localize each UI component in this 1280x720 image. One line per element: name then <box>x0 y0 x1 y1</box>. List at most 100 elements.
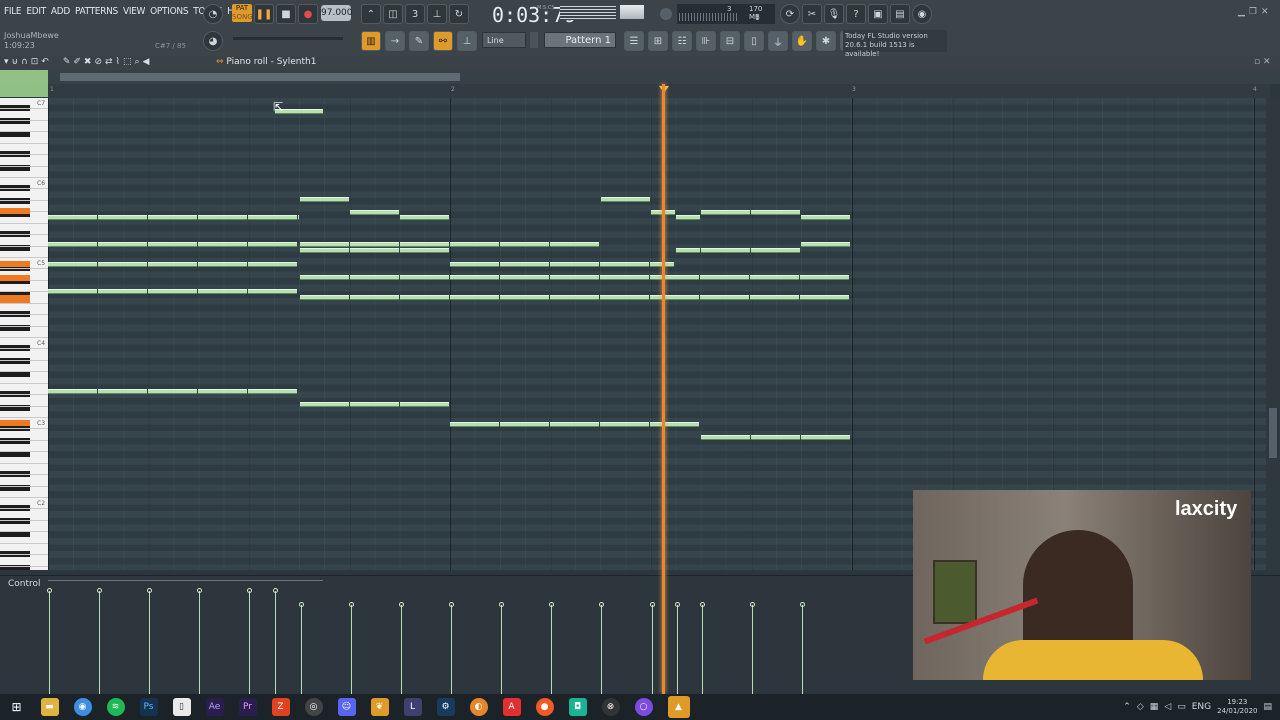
menu-options[interactable]: OPTIONS <box>150 6 188 17</box>
midi-note[interactable] <box>48 242 97 247</box>
midi-note[interactable] <box>550 295 599 300</box>
microphone-icon[interactable]: 🎙 <box>824 4 844 24</box>
pause-button[interactable]: ❚❚ <box>254 4 274 24</box>
draw-tool-icon[interactable]: ✎ <box>63 57 71 67</box>
stamp-tool-icon[interactable]: ⊡ <box>31 57 39 67</box>
midi-note[interactable] <box>198 262 247 267</box>
midi-note[interactable] <box>800 295 849 300</box>
midi-note[interactable] <box>601 197 650 202</box>
midi-note[interactable] <box>248 262 297 267</box>
midi-note[interactable] <box>198 389 247 394</box>
midi-note[interactable] <box>751 248 800 253</box>
midi-note[interactable] <box>650 422 699 427</box>
white-key[interactable] <box>0 349 48 361</box>
white-key[interactable] <box>0 521 48 533</box>
white-key[interactable] <box>0 167 48 178</box>
white-key[interactable] <box>0 361 48 373</box>
white-key[interactable] <box>0 567 48 570</box>
plugin-picker-icon[interactable]: ▯ <box>744 31 764 51</box>
white-key[interactable] <box>0 327 48 338</box>
metronome-icon[interactable]: ⌃ <box>361 4 381 24</box>
midi-note[interactable] <box>701 435 750 440</box>
spotify-icon[interactable]: ≋ <box>106 698 125 716</box>
midi-note[interactable] <box>98 242 147 247</box>
notepad-icon[interactable]: ▯ <box>172 698 191 716</box>
white-key[interactable] <box>0 224 48 236</box>
midi-note[interactable] <box>198 242 247 247</box>
snap-dropdown-icon[interactable] <box>530 32 538 48</box>
channel-rack-icon[interactable]: ⊞ <box>648 31 668 51</box>
white-key[interactable] <box>0 109 48 121</box>
volume-icon[interactable]: ◁ <box>1164 702 1171 712</box>
chrome-icon[interactable]: ◉ <box>73 698 92 716</box>
midi-note[interactable] <box>98 389 147 394</box>
menu-file[interactable]: FILE <box>4 6 22 17</box>
midi-note[interactable] <box>751 435 800 440</box>
playhead[interactable] <box>662 84 665 694</box>
back-arrow-icon[interactable]: ↶ <box>41 57 49 67</box>
pat-song-toggle[interactable]: PAT SONG <box>232 4 253 22</box>
mixer-icon[interactable]: ☷ <box>672 31 692 51</box>
velocity-bar[interactable] <box>675 602 680 695</box>
midi-note[interactable] <box>600 422 649 427</box>
xbox-icon[interactable]: ⊗ <box>601 698 620 716</box>
white-key[interactable] <box>0 487 48 498</box>
midi-note[interactable] <box>300 295 349 300</box>
master-volume-knob[interactable]: ◔ <box>203 4 223 24</box>
velocity-bar[interactable] <box>499 602 504 695</box>
midi-note[interactable] <box>400 295 449 300</box>
dropbox-icon[interactable]: ◇ <box>1137 702 1144 712</box>
midi-note[interactable] <box>400 275 449 280</box>
minimize-icon[interactable]: ▁ <box>1238 7 1245 17</box>
file-explorer-icon[interactable]: ▬ <box>40 698 59 716</box>
midi-note[interactable] <box>700 275 749 280</box>
vertical-scroll-thumb[interactable] <box>1269 408 1277 458</box>
midi-note[interactable] <box>148 389 197 394</box>
discord-icon[interactable]: ☺ <box>337 698 356 716</box>
midi-note[interactable] <box>148 215 197 220</box>
midi-note[interactable] <box>676 248 700 253</box>
countdown-icon[interactable]: 3 <box>405 4 425 24</box>
restore-icon[interactable]: ❐ <box>1249 7 1257 17</box>
white-key[interactable] <box>0 189 48 201</box>
midi-note[interactable] <box>148 289 197 294</box>
midi-note[interactable] <box>98 289 147 294</box>
midi-note[interactable] <box>450 242 499 247</box>
control-selector[interactable]: Control <box>8 579 41 589</box>
white-key[interactable] <box>0 464 48 476</box>
midi-note[interactable] <box>300 275 349 280</box>
slice-tool-icon[interactable]: ⌇ <box>116 57 120 67</box>
clock[interactable]: 19:23 24/01/2020 <box>1217 698 1257 716</box>
gamepad-icon[interactable]: ◘ <box>568 698 587 716</box>
midi-note[interactable] <box>500 295 549 300</box>
midi-note[interactable] <box>350 242 399 247</box>
white-key[interactable] <box>0 475 48 487</box>
white-key[interactable] <box>0 532 48 544</box>
touch-controller-icon[interactable]: ✋ <box>792 31 812 51</box>
midi-note[interactable] <box>450 422 499 427</box>
midi-note[interactable] <box>650 295 699 300</box>
midi-note[interactable] <box>48 215 97 220</box>
snap-select[interactable]: Line <box>482 32 526 48</box>
record-button[interactable]: ● <box>298 4 318 24</box>
master-pitch-slider[interactable] <box>660 8 672 20</box>
velocity-bar[interactable] <box>47 588 52 695</box>
playlist-icon[interactable]: ☰ <box>624 31 644 51</box>
tempo-display[interactable]: 97.000 <box>321 5 353 21</box>
cortana-icon[interactable]: ○ <box>634 698 653 716</box>
undo-history-icon[interactable]: ⟳ <box>780 4 800 24</box>
steam-icon[interactable]: ⚙ <box>436 698 455 716</box>
white-key[interactable] <box>0 555 48 567</box>
wrench-icon[interactable]: ✱ <box>816 31 836 51</box>
photoshop-icon[interactable]: Ps <box>139 698 158 716</box>
obs-icon[interactable]: ◎ <box>304 698 323 716</box>
velocity-bar[interactable] <box>273 588 278 695</box>
midi-note[interactable] <box>298 215 299 220</box>
menu-patterns[interactable]: PATTERNS <box>75 6 118 17</box>
midi-note[interactable] <box>48 262 97 267</box>
velocity-bar[interactable] <box>349 602 354 695</box>
mute-tool-icon[interactable]: ⊘ <box>94 57 102 67</box>
slip-tool-icon[interactable]: ⇄ <box>105 57 113 67</box>
midi-note[interactable] <box>400 248 449 253</box>
white-key[interactable] <box>0 315 48 327</box>
